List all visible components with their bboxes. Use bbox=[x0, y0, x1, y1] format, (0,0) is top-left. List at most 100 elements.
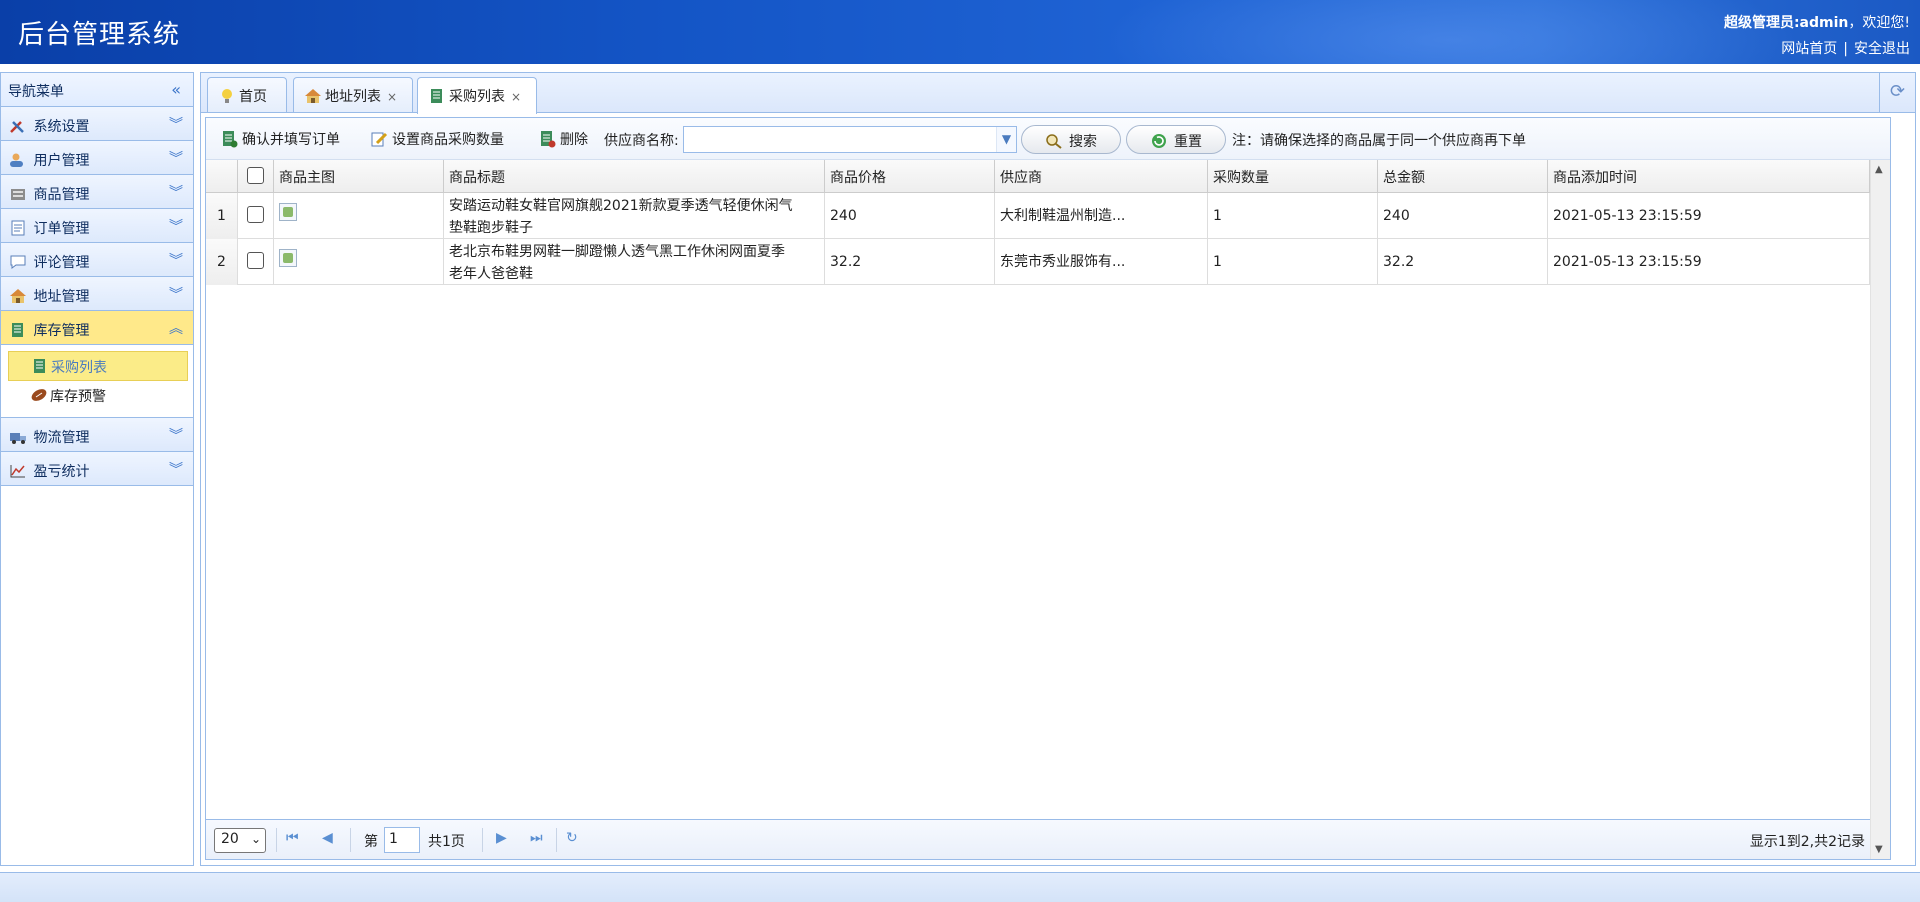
vertical-scrollbar[interactable]: ▲ ▼ bbox=[1870, 160, 1890, 859]
reset-button[interactable]: 重置 bbox=[1126, 125, 1226, 154]
sidebar-item-stock-warning[interactable]: 库存预警 bbox=[8, 381, 188, 411]
product-title-cell: 老北京布鞋男网鞋一脚蹬懒人透气黑工作休闲网面夏季 老年人爸爸鞋 bbox=[444, 239, 825, 285]
pagination-bar: 20 ⌄ ⏮ ◀ 第 1 共1页 ▶ ⏭ ↻ 显示1到2,共2记录 bbox=[206, 819, 1870, 859]
price-cell: 240 bbox=[825, 193, 995, 239]
lightbulb-icon bbox=[222, 89, 232, 103]
column-header-price[interactable]: 商品价格 bbox=[825, 160, 995, 193]
select-all-checkbox[interactable] bbox=[247, 167, 264, 184]
added-time-cell: 2021-05-13 23:15:59 bbox=[1548, 193, 1870, 239]
confirm-order-button[interactable]: 确认并填写订单 bbox=[220, 129, 340, 149]
column-header-quantity[interactable]: 采购数量 bbox=[1208, 160, 1378, 193]
users-icon bbox=[10, 153, 23, 167]
menu-label: 库存管理 bbox=[33, 323, 90, 339]
tab-address-list[interactable]: 地址列表 × bbox=[293, 77, 413, 112]
close-icon[interactable]: × bbox=[387, 90, 397, 104]
product-title-cell: 安踏运动鞋女鞋官网旗舰2021新款夏季透气轻便休闲气 垫鞋跑步鞋子 bbox=[444, 193, 825, 239]
tab-label: 首页 bbox=[239, 89, 267, 105]
set-quantity-label: 设置商品采购数量 bbox=[392, 132, 504, 148]
app-title: 后台管理系统 bbox=[18, 20, 181, 50]
menu-comment-management[interactable]: 评论管理 ︾ bbox=[1, 243, 193, 277]
supplier-name-label: 供应商名称: bbox=[604, 133, 679, 149]
header-links: 网站首页 | 安全退出 bbox=[1781, 38, 1910, 58]
row-checkbox[interactable] bbox=[247, 252, 264, 269]
broken-image-icon bbox=[279, 203, 297, 221]
tab-purchase-list[interactable]: 采购列表 × bbox=[417, 77, 537, 114]
column-header-title[interactable]: 商品标题 bbox=[444, 160, 825, 193]
menu-address-management[interactable]: 地址管理 ︾ bbox=[1, 277, 193, 311]
delete-button[interactable]: 删除 bbox=[538, 129, 588, 149]
purchase-icon bbox=[223, 131, 238, 148]
tab-label: 地址列表 bbox=[325, 89, 381, 105]
menu-label: 地址管理 bbox=[33, 289, 90, 305]
menu-order-management[interactable]: 订单管理 ︾ bbox=[1, 209, 193, 243]
prev-page-icon[interactable]: ◀ bbox=[322, 830, 333, 846]
column-header-supplier[interactable]: 供应商 bbox=[995, 160, 1208, 193]
reset-icon bbox=[1152, 134, 1166, 148]
column-header-total[interactable]: 总金额 bbox=[1378, 160, 1548, 193]
link-separator: | bbox=[1843, 41, 1848, 57]
menu-label: 订单管理 bbox=[33, 221, 90, 237]
sidebar-item-purchase-list[interactable]: 采购列表 bbox=[8, 351, 188, 381]
tab-home[interactable]: 首页 bbox=[207, 77, 287, 112]
row-number: 1 bbox=[206, 193, 238, 239]
app-footer bbox=[0, 872, 1920, 902]
added-time-cell: 2021-05-13 23:15:59 bbox=[1548, 239, 1870, 285]
chevron-down-icon: ︾ bbox=[169, 117, 183, 133]
menu-system-settings[interactable]: 系统设置 ︾ bbox=[1, 107, 193, 141]
last-page-icon[interactable]: ⏭ bbox=[530, 830, 543, 846]
menu-logistics-management[interactable]: 物流管理 ︾ bbox=[1, 418, 193, 452]
sub-item-label: 库存预警 bbox=[50, 389, 106, 405]
set-quantity-button[interactable]: 设置商品采购数量 bbox=[370, 129, 504, 149]
chevron-down-icon: ︾ bbox=[169, 253, 183, 269]
chevron-down-icon: ︾ bbox=[169, 151, 183, 167]
nav-menu-title: 导航菜单 bbox=[8, 84, 64, 100]
scroll-down-icon[interactable]: ▼ bbox=[1875, 844, 1883, 855]
chevron-down-icon[interactable]: ▼ bbox=[996, 127, 1016, 152]
reload-icon[interactable]: ↻ bbox=[566, 830, 578, 846]
supplier-cell: 大利制鞋温州制造... bbox=[995, 193, 1208, 239]
column-header-image[interactable]: 商品主图 bbox=[274, 160, 444, 193]
menu-label: 商品管理 bbox=[33, 187, 90, 203]
search-button[interactable]: 搜索 bbox=[1021, 125, 1121, 154]
page-size-select[interactable]: 20 ⌄ bbox=[214, 828, 266, 853]
chevron-down-icon: ︾ bbox=[169, 462, 183, 478]
row-checkbox[interactable] bbox=[247, 206, 264, 223]
menu-goods-management[interactable]: 商品管理 ︾ bbox=[1, 175, 193, 209]
collapse-sidebar-icon[interactable]: « bbox=[171, 80, 181, 99]
page-total: 共1页 bbox=[428, 834, 465, 850]
scroll-up-icon[interactable]: ▲ bbox=[1875, 164, 1883, 175]
purchase-icon bbox=[431, 89, 442, 103]
logout-link[interactable]: 安全退出 bbox=[1854, 41, 1910, 57]
next-page-icon[interactable]: ▶ bbox=[496, 830, 507, 846]
chevron-down-icon: ︾ bbox=[169, 185, 183, 201]
delete-icon bbox=[541, 131, 556, 148]
welcome-role: 超级管理员:admin bbox=[1723, 15, 1849, 31]
first-page-icon[interactable]: ⏮ bbox=[286, 830, 299, 846]
page-number-input[interactable]: 1 bbox=[384, 827, 420, 853]
price-cell: 32.2 bbox=[825, 239, 995, 285]
menu-inventory-management[interactable]: 库存管理 ︽ bbox=[1, 311, 193, 345]
pager-separator bbox=[482, 828, 483, 852]
menu-label: 物流管理 bbox=[33, 430, 90, 446]
purchase-icon bbox=[34, 359, 45, 373]
menu-label: 评论管理 bbox=[33, 255, 90, 271]
supplier-combobox[interactable]: ▼ bbox=[683, 126, 1017, 153]
pager-separator bbox=[556, 828, 557, 852]
purchase-list-panel: 确认并填写订单 设置商品采购数量 删除 供应商名称: ▼ 搜索 重置 注：请确保… bbox=[205, 117, 1891, 860]
site-home-link[interactable]: 网站首页 bbox=[1781, 41, 1837, 57]
toolbar-note: 注：请确保选择的商品属于同一个供应商再下单 bbox=[1232, 133, 1526, 149]
table-row[interactable]: 2 老北京布鞋男网鞋一脚蹬懒人透气黑工作休闲网面夏季 老年人爸爸鞋 32.2 东莞… bbox=[206, 239, 1890, 285]
column-header-added-time[interactable]: 商品添加时间 bbox=[1548, 160, 1870, 193]
chevron-down-icon: ︾ bbox=[169, 219, 183, 235]
comment-icon bbox=[10, 255, 26, 269]
menu-profit-statistics[interactable]: 盈亏统计 ︾ bbox=[1, 452, 193, 486]
inventory-icon bbox=[12, 323, 23, 337]
row-select-cell bbox=[238, 239, 274, 285]
refresh-tabs-icon[interactable]: ⟳ bbox=[1879, 73, 1915, 113]
close-icon[interactable]: × bbox=[511, 90, 521, 104]
menu-user-management[interactable]: 用户管理 ︾ bbox=[1, 141, 193, 175]
product-image-cell bbox=[274, 193, 444, 239]
chevron-down-icon: ︾ bbox=[169, 428, 183, 444]
house-icon bbox=[305, 89, 321, 103]
table-row[interactable]: 1 安踏运动鞋女鞋官网旗舰2021新款夏季透气轻便休闲气 垫鞋跑步鞋子 240 大… bbox=[206, 193, 1890, 239]
